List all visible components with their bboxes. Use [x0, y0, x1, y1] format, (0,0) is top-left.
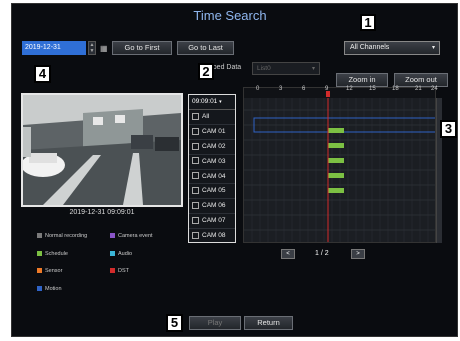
- play-button[interactable]: Play: [189, 316, 241, 330]
- zoom-out-button[interactable]: Zoom out: [394, 73, 448, 87]
- legend-swatch: [110, 268, 115, 274]
- checkbox[interactable]: [192, 157, 199, 165]
- timeline-grid[interactable]: [243, 87, 436, 243]
- video-preview[interactable]: [21, 93, 183, 207]
- camera-list-time: 09:09:01 ▾: [189, 95, 235, 110]
- channel-select-value: All Channels: [350, 44, 390, 51]
- camera-item-cam01[interactable]: CAM 01: [189, 125, 235, 140]
- checkbox[interactable]: [192, 172, 199, 180]
- legend-camera-event: Camera event: [110, 233, 153, 239]
- camera-item-cam05[interactable]: CAM 05: [189, 184, 235, 200]
- checkbox[interactable]: [192, 231, 199, 239]
- timeline-graphic: [244, 88, 435, 242]
- legend-swatch: [37, 286, 42, 292]
- mapped-data-value: List0: [257, 65, 271, 72]
- hour-label: 6: [302, 86, 306, 92]
- camera-list: 09:09:01 ▾ All CAM 01 CAM 02 CAM 03 CAM …: [188, 94, 236, 243]
- checkbox[interactable]: [192, 187, 199, 195]
- camera-item-cam02[interactable]: CAM 02: [189, 140, 235, 155]
- prev-page-button[interactable]: <: [281, 249, 295, 259]
- legend-swatch: [110, 251, 115, 257]
- legend-swatch: [110, 233, 115, 239]
- mapped-data-select[interactable]: List0 ▾: [252, 62, 320, 75]
- legend-motion: Motion: [37, 286, 62, 292]
- zoom-in-button[interactable]: Zoom in: [336, 73, 388, 87]
- hour-label: 15: [369, 86, 376, 92]
- camera-item-cam07[interactable]: CAM 07: [189, 214, 235, 230]
- legend-swatch: [37, 251, 42, 257]
- callout-5: 5: [166, 314, 183, 332]
- checkbox[interactable]: [192, 112, 199, 120]
- legend-dst: DST: [110, 268, 129, 274]
- date-field[interactable]: 2019-12-31: [22, 41, 86, 55]
- hour-ruler: 0 3 6 9 12 15 18 21 24: [244, 86, 438, 96]
- hour-label: 0: [256, 86, 260, 92]
- chevron-down-icon: ▾: [311, 66, 315, 72]
- preview-timestamp: 2019-12-31 09:09:01: [69, 209, 135, 216]
- camera-item-cam04[interactable]: CAM 04: [189, 170, 235, 185]
- hour-label: 3: [279, 86, 283, 92]
- callout-3: 3: [440, 120, 457, 138]
- hour-label: 21: [415, 86, 422, 92]
- callout-1: 1: [360, 14, 376, 31]
- next-page-button[interactable]: >: [351, 249, 365, 259]
- checkbox[interactable]: [192, 202, 199, 210]
- callout-2: 2: [198, 63, 214, 80]
- camera-item-cam06[interactable]: CAM 06: [189, 199, 235, 215]
- go-to-last-button[interactable]: Go to Last: [177, 41, 234, 55]
- legend-sensor: Sensor: [37, 268, 62, 274]
- legend-audio: Audio: [110, 251, 132, 257]
- legend-swatch: [37, 268, 42, 274]
- hour-label: 12: [346, 86, 353, 92]
- checkbox[interactable]: [192, 127, 199, 135]
- return-button[interactable]: Return: [244, 316, 293, 330]
- go-to-first-button[interactable]: Go to First: [112, 41, 172, 55]
- parking-garage-image: [23, 95, 181, 205]
- camera-item-cam08[interactable]: CAM 08: [189, 229, 235, 244]
- legend-swatch: [37, 233, 42, 239]
- hour-label: 9: [325, 86, 329, 92]
- hour-label: 18: [392, 86, 399, 92]
- channel-select[interactable]: All Channels ▾: [344, 41, 440, 55]
- checkbox[interactable]: [192, 142, 199, 150]
- camera-item-cam03[interactable]: CAM 03: [189, 155, 235, 170]
- calendar-icon[interactable]: ▦: [100, 44, 108, 53]
- page-indicator: 1 / 2: [315, 250, 329, 257]
- date-spinner[interactable]: ▲ ▼: [88, 41, 96, 55]
- camera-item-all[interactable]: All: [189, 110, 235, 125]
- hour-label: 24: [431, 86, 438, 92]
- legend-normal-recording: Normal recording: [37, 233, 87, 239]
- checkbox[interactable]: [192, 217, 199, 225]
- page-title: Time Search: [193, 8, 267, 23]
- callout-4: 4: [34, 65, 51, 83]
- legend-schedule: Schedule: [37, 251, 68, 257]
- chevron-down-icon: ▾: [431, 45, 435, 51]
